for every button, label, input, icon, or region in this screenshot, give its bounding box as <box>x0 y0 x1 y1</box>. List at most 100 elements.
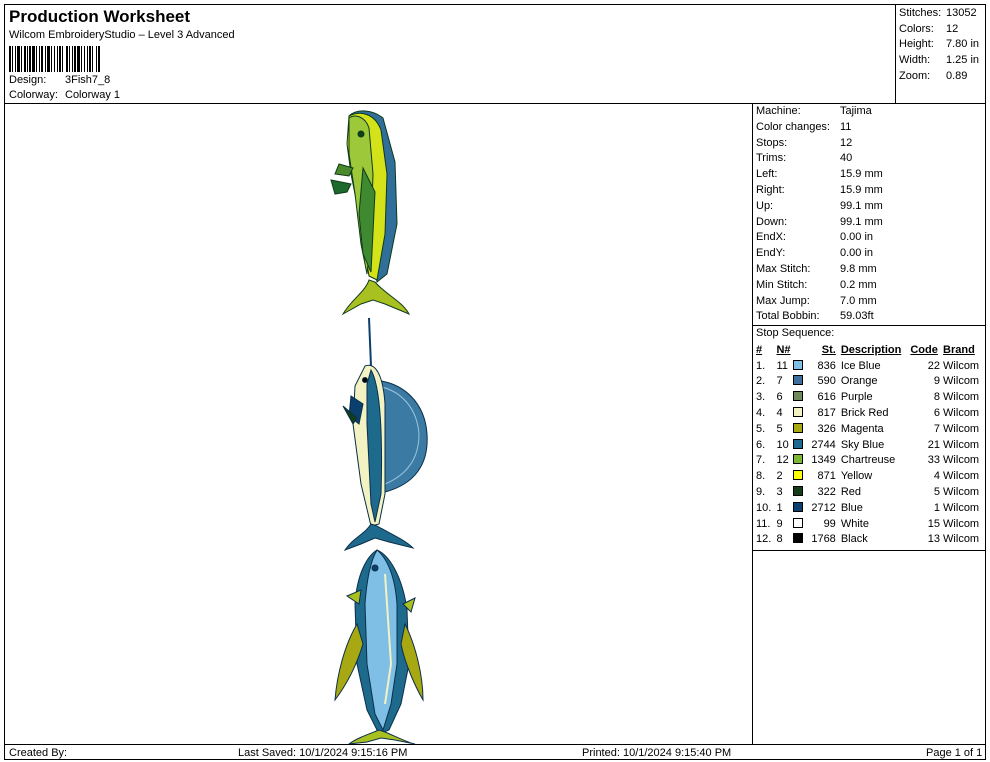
thread-brand: Wilcom <box>943 486 980 499</box>
col-header-swatch <box>793 342 808 358</box>
thread-description: Blue <box>840 501 863 514</box>
stop-sequence-row: 7. 12 1349 Chartreuse 33 Wilcom <box>754 453 986 469</box>
worksheet-header: Production Worksheet Wilcom EmbroiderySt… <box>5 5 895 104</box>
machine-details: Machine: Tajima Color changes: 11 Stops: 12… <box>753 104 986 744</box>
colorway-label: Colorway: <box>9 89 58 101</box>
thread-brand: Wilcom <box>943 375 980 388</box>
detail-value: 0.00 in <box>840 247 874 260</box>
color-swatch <box>792 359 803 370</box>
detail-row: Trims: 40 <box>753 151 986 167</box>
col-header-needle: N# <box>776 343 791 356</box>
needle-number: 11 <box>776 359 788 372</box>
detail-value: 15.9 mm <box>840 168 883 181</box>
summary-value: 1.25 in <box>946 54 980 67</box>
design-value: 3Fish7_8 <box>65 74 111 86</box>
stop-number: 3. <box>756 391 766 404</box>
stop-sequence-row: 12. 8 1768 Black 13 Wilcom <box>754 532 986 548</box>
color-swatch <box>792 533 803 544</box>
swatch-cell <box>792 405 808 421</box>
stop-sequence-row: 11. 9 99 White 15 Wilcom <box>754 516 986 532</box>
thread-brand: Wilcom <box>943 391 980 404</box>
detail-value: 9.8 mm <box>840 262 877 275</box>
needle-number: 6 <box>776 391 783 404</box>
needle-number: 5 <box>776 422 783 435</box>
colorway-row: Colorway: Colorway 1 <box>9 89 120 101</box>
swatch-cell <box>792 516 808 532</box>
stitch-count: 871 <box>817 470 836 483</box>
thread-code: 33 <box>927 454 941 467</box>
detail-row: Left: 15.9 mm <box>753 167 986 183</box>
needle-number: 1 <box>776 501 783 514</box>
needle-number: 10 <box>776 438 789 451</box>
detail-label: Left: <box>756 168 778 181</box>
thread-description: White <box>840 517 869 530</box>
detail-value: 7.0 mm <box>840 294 877 307</box>
thread-brand: Wilcom <box>943 533 980 546</box>
stitch-count: 1768 <box>811 533 836 546</box>
printed-date: Printed: 10/1/2024 9:15:40 PM <box>582 747 732 759</box>
stop-sequence-row: 6. 10 2744 Sky Blue 21 Wilcom <box>754 437 986 453</box>
summary-row: Stitches: 13052 <box>896 6 986 22</box>
thread-description: Orange <box>840 375 878 388</box>
thread-brand: Wilcom <box>943 407 980 420</box>
thread-brand: Wilcom <box>943 438 980 451</box>
detail-label: Max Jump: <box>756 294 810 307</box>
swatch-cell <box>792 468 808 484</box>
summary-row: Width: 1.25 in <box>896 53 986 69</box>
stitch-count: 322 <box>817 486 836 499</box>
needle-number: 9 <box>776 517 783 530</box>
thread-description: Ice Blue <box>840 359 881 372</box>
table-divider <box>753 550 986 551</box>
summary-label: Width: <box>899 54 931 67</box>
stop-sequence-row: 9. 3 322 Red 5 Wilcom <box>754 484 986 500</box>
color-swatch <box>792 422 803 433</box>
barcode-image <box>9 46 137 72</box>
thread-brand: Wilcom <box>943 501 980 514</box>
detail-value: 12 <box>840 136 853 149</box>
detail-row: Stops: 12 <box>753 136 986 152</box>
stitch-count: 590 <box>817 375 836 388</box>
needle-number: 7 <box>776 375 783 388</box>
detail-label: Trims: <box>756 152 787 165</box>
col-header-brand: Brand <box>943 343 975 356</box>
detail-label: Max Stitch: <box>756 262 811 275</box>
stitch-count: 99 <box>823 517 836 530</box>
thread-description: Purple <box>840 391 873 404</box>
thread-code: 15 <box>927 517 941 530</box>
mahi-mahi-fish <box>330 110 411 316</box>
detail-value: 59.03ft <box>840 310 874 323</box>
detail-row: Total Bobbin: 59.03ft <box>753 309 986 325</box>
thread-description: Magenta <box>840 422 884 435</box>
detail-label: Up: <box>756 199 774 212</box>
thread-code: 9 <box>933 375 941 388</box>
swatch-cell <box>792 453 808 469</box>
swatch-cell <box>792 358 808 374</box>
swatch-cell <box>792 389 808 405</box>
stitch-count: 836 <box>817 359 836 372</box>
color-swatch <box>792 486 803 497</box>
color-swatch <box>792 407 803 418</box>
detail-row: Up: 99.1 mm <box>753 199 986 215</box>
color-swatch <box>792 517 803 528</box>
stop-sequence-row: 3. 6 616 Purple 8 Wilcom <box>754 389 986 405</box>
col-header-number: # <box>756 343 763 356</box>
detail-row: Max Jump: 7.0 mm <box>753 294 986 310</box>
detail-row: EndX: 0.00 in <box>753 230 986 246</box>
thread-description: Chartreuse <box>840 454 896 467</box>
detail-label: EndY: <box>756 247 786 260</box>
detail-value: Tajima <box>840 105 872 117</box>
stitch-count: 616 <box>817 391 836 404</box>
stitch-summary: Stitches: 13052 Colors: 12 Height: 7.80 in … <box>895 5 986 104</box>
thread-code: 8 <box>933 391 941 404</box>
summary-value: 0.89 <box>946 69 968 82</box>
thread-brand: Wilcom <box>943 454 980 467</box>
design-label: Design: <box>9 74 47 86</box>
production-worksheet: Production Worksheet Wilcom EmbroiderySt… <box>4 4 986 760</box>
last-saved: Last Saved: 10/1/2024 9:15:16 PM <box>238 747 408 759</box>
thread-description: Red <box>840 486 861 499</box>
design-row: Design: 3Fish7_8 <box>9 74 110 86</box>
color-swatch <box>792 454 803 465</box>
stop-sequence-header: # N# St. Description Code Brand <box>754 342 986 358</box>
stop-sequence-row: 10. 1 2712 Blue 1 Wilcom <box>754 500 986 516</box>
needle-number: 4 <box>776 407 783 420</box>
